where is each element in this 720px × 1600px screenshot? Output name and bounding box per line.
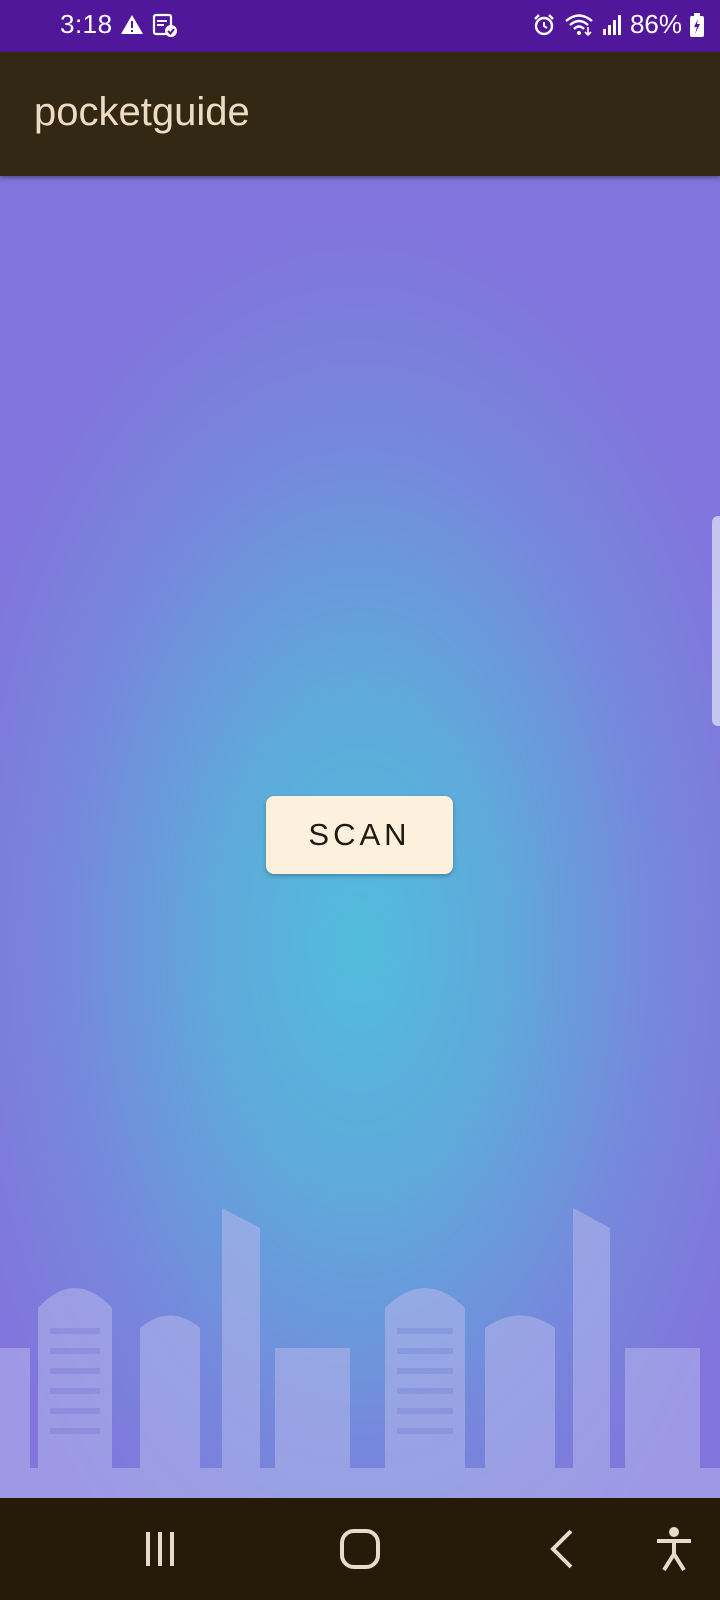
accessibility-button[interactable]	[636, 1498, 712, 1600]
recent-apps-icon	[142, 1530, 178, 1568]
status-time: 3:18	[60, 9, 113, 39]
back-icon	[547, 1528, 577, 1570]
recent-apps-button[interactable]	[120, 1498, 200, 1600]
battery-percent: 86%	[629, 9, 682, 39]
status-left-icons	[120, 12, 178, 38]
home-button[interactable]	[320, 1498, 400, 1600]
navigation-bar	[0, 1498, 720, 1600]
accessibility-icon	[654, 1526, 694, 1572]
signal-icon	[602, 13, 622, 37]
back-button[interactable]	[522, 1498, 602, 1600]
status-bar: 3:18 86%	[0, 0, 720, 52]
notes-check-icon	[152, 12, 178, 38]
battery-charging-icon	[690, 12, 704, 37]
app-title: pocketguide	[34, 90, 250, 134]
status-right-icons: 86%	[532, 9, 704, 40]
screen: 3:18 86% pocketguide SCAN	[0, 0, 720, 1600]
wifi-icon	[564, 13, 594, 37]
scroll-indicator[interactable]	[712, 516, 720, 726]
home-icon	[339, 1528, 381, 1570]
app-bar: pocketguide	[0, 52, 720, 176]
alarm-icon	[532, 13, 556, 37]
warning-icon	[120, 13, 144, 37]
main-content: SCAN	[0, 176, 720, 1498]
scan-button[interactable]: SCAN	[266, 796, 453, 874]
skyline-background	[0, 1208, 720, 1498]
